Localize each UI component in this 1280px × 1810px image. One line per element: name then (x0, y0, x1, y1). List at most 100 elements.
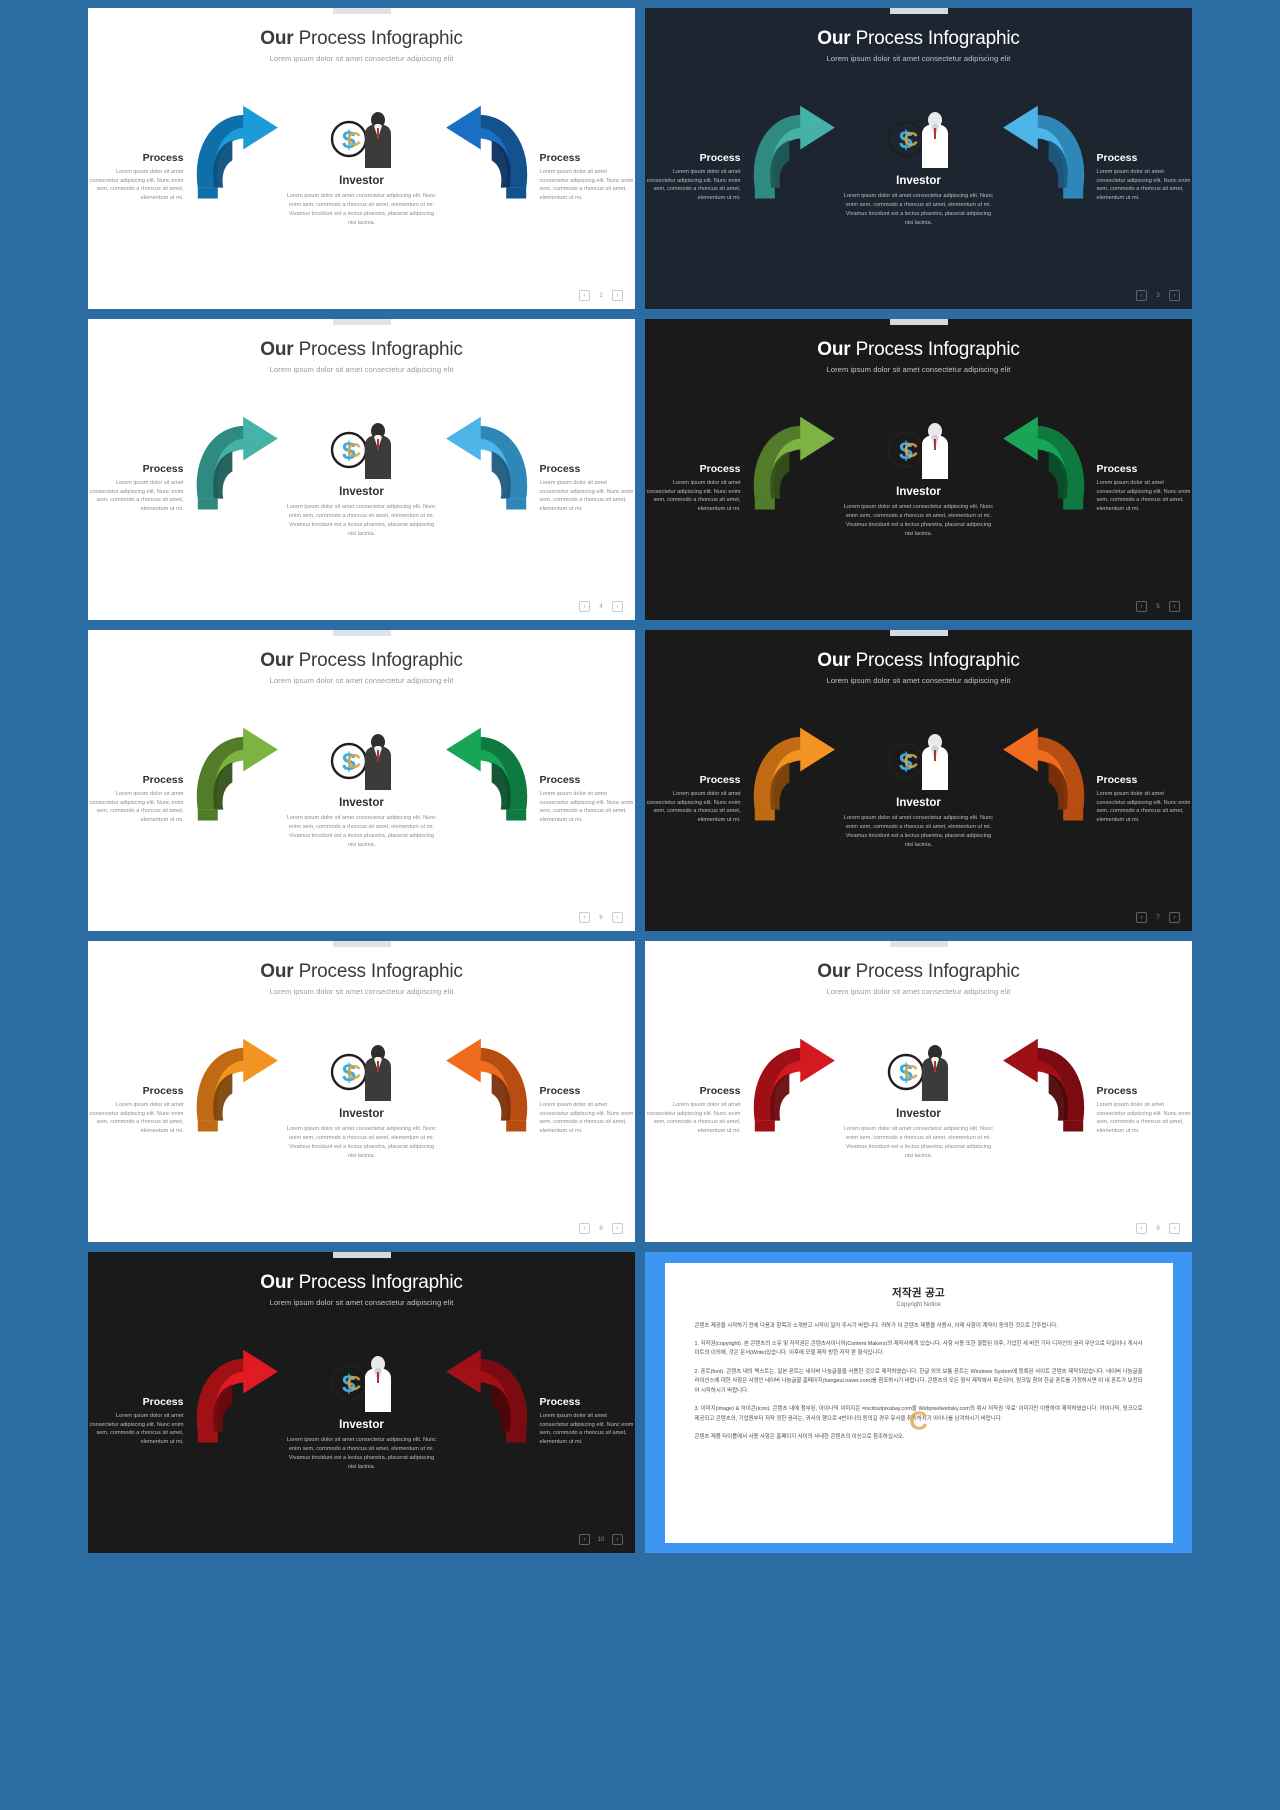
next-page-button[interactable]: › (1169, 912, 1180, 923)
process-arrow-right (445, 416, 527, 510)
copyright-slide[interactable]: 저작권 공고 Copyright Notice 콘텐츠 제공을 시작하기 전에 … (645, 1252, 1192, 1553)
process-arrow-right (1002, 105, 1084, 199)
title-rest: Process Infographic (293, 1272, 463, 1293)
left-process-heading: Process (142, 1085, 184, 1097)
slide[interactable]: Our Process Infographic Lorem ipsum dolo… (645, 8, 1192, 309)
svg-text:C: C (903, 129, 917, 151)
title-bold: Our (260, 339, 294, 360)
slide[interactable]: Our Process Infographic Lorem ipsum dolo… (88, 1252, 635, 1553)
title-bold: Our (260, 28, 294, 49)
slide[interactable]: Our Process Infographic Lorem ipsum dolo… (88, 319, 635, 620)
investor-icon: $ C (330, 423, 391, 479)
left-process-body: Lorem ipsum dolor sit amet consectetur a… (646, 480, 741, 512)
center-investor-block: $ C Investor Lorem ipsum dolor sit amet … (839, 726, 999, 850)
copyright-paragraph: 2. 폰트(font). 콘텐츠 내의 텍스트는, 일본 폰트는 네이버 나눔글… (694, 1368, 1143, 1394)
prev-page-button[interactable]: ‹ (579, 912, 590, 923)
next-page-button[interactable]: › (612, 290, 623, 301)
next-page-button[interactable]: › (612, 1223, 623, 1234)
process-arrow-right (1002, 416, 1084, 510)
title-bold: Our (260, 650, 294, 671)
investor-heading: Investor (339, 1108, 384, 1120)
slide[interactable]: Our Process Infographic Lorem ipsum dolo… (88, 941, 635, 1242)
slide[interactable]: Our Process Infographic Lorem ipsum dolo… (645, 941, 1192, 1242)
slide-notch (889, 941, 948, 947)
next-page-button[interactable]: › (1169, 290, 1180, 301)
left-process-block: Process Lorem ipsum dolor sit amet conse… (645, 104, 747, 203)
left-arrow (747, 415, 839, 515)
left-arrow (190, 1348, 282, 1448)
process-arrow-right (445, 1349, 527, 1443)
next-page-button[interactable]: › (612, 1534, 623, 1545)
investor-icon-wrap: $ C (282, 1348, 442, 1414)
left-process-body: Lorem ipsum dolor sit amet consectetur a… (89, 169, 184, 201)
next-page-button[interactable]: › (612, 601, 623, 612)
slide[interactable]: Our Process Infographic Lorem ipsum dolo… (88, 8, 635, 309)
prev-page-button[interactable]: ‹ (1136, 601, 1147, 612)
slide-content: Process Lorem ipsum dolor sit amet conse… (645, 726, 1192, 876)
pagination: ‹ 7 › (1136, 912, 1180, 923)
right-process-heading: Process (539, 463, 581, 475)
investor-heading: Investor (896, 1108, 941, 1120)
svg-text:C: C (903, 440, 917, 462)
copyright-paragraph: 콘텐츠 제품 타이틀에서 사용 사항은 홈페이지 사이의 사내한 콘텐츠의 이신… (694, 1434, 905, 1441)
right-process-heading: Process (1096, 774, 1138, 786)
next-page-button[interactable]: › (612, 912, 623, 923)
investor-icon-wrap: $ C (282, 1037, 442, 1103)
page-number: 8 (599, 1225, 603, 1232)
investor-heading: Investor (339, 1419, 384, 1431)
copyright-title: 저작권 공고 (891, 1286, 946, 1299)
title-bold: Our (817, 650, 851, 671)
title-bold: Our (817, 339, 851, 360)
prev-page-button[interactable]: ‹ (579, 290, 590, 301)
slide-subtitle: Lorem ipsum dolor sit amet consectetur a… (826, 987, 1011, 996)
slide-content: Process Lorem ipsum dolor sit amet conse… (645, 1037, 1192, 1187)
left-process-block: Process Lorem ipsum dolor sit amet conse… (88, 1037, 190, 1136)
left-process-heading: Process (699, 1085, 741, 1097)
investor-icon: $ C (887, 112, 948, 168)
process-arrow-left (753, 1038, 835, 1132)
left-process-body: Lorem ipsum dolor sit amet consectetur a… (646, 791, 741, 823)
slide-subtitle: Lorem ipsum dolor sit amet consectetur a… (269, 676, 454, 685)
process-arrow-right (445, 105, 527, 199)
investor-icon-wrap: $ C (839, 726, 999, 792)
svg-text:C: C (346, 1062, 360, 1084)
investor-body: Lorem ipsum dolor sit amet consectetur a… (286, 815, 437, 848)
left-arrow (747, 1037, 839, 1137)
prev-page-button[interactable]: ‹ (579, 1534, 590, 1545)
svg-text:C: C (903, 751, 917, 773)
slide-subtitle: Lorem ipsum dolor sit amet consectetur a… (269, 365, 454, 374)
pagination: ‹ 9 › (1136, 1223, 1180, 1234)
right-arrow (999, 415, 1091, 515)
slide-notch (889, 319, 948, 325)
process-arrow-right (1002, 727, 1084, 821)
investor-icon-wrap: $ C (839, 1037, 999, 1103)
right-process-block: Process Lorem ipsum dolor sit amet conse… (534, 1348, 636, 1447)
title-rest: Process Infographic (293, 961, 463, 982)
left-arrow (190, 1037, 282, 1137)
prev-page-button[interactable]: ‹ (1136, 290, 1147, 301)
left-arrow (190, 726, 282, 826)
process-arrow-left (753, 105, 835, 199)
investor-heading: Investor (896, 486, 941, 498)
page-number: 6 (599, 914, 603, 921)
investor-icon: $ C (887, 423, 948, 479)
slide[interactable]: Our Process Infographic Lorem ipsum dolo… (645, 319, 1192, 620)
copyright-title-en: Copyright Notice (896, 1301, 941, 1308)
slide-title: Our Process Infographic (645, 339, 1192, 361)
investor-icon: $ C (887, 1045, 948, 1101)
slide[interactable]: Our Process Infographic Lorem ipsum dolo… (645, 630, 1192, 931)
prev-page-button[interactable]: ‹ (579, 601, 590, 612)
prev-page-button[interactable]: ‹ (579, 1223, 590, 1234)
slide[interactable]: Our Process Infographic Lorem ipsum dolo… (88, 630, 635, 931)
prev-page-button[interactable]: ‹ (1136, 1223, 1147, 1234)
right-process-body: Lorem ipsum dolor sit amet consectetur a… (539, 1102, 634, 1134)
title-rest: Process Infographic (850, 650, 1020, 671)
prev-page-button[interactable]: ‹ (1136, 912, 1147, 923)
next-page-button[interactable]: › (1169, 1223, 1180, 1234)
center-investor-block: $ C Investor Lorem ipsum dolor sit amet … (282, 415, 442, 539)
left-arrow (190, 104, 282, 204)
right-arrow (442, 104, 534, 204)
slide-title: Our Process Infographic (88, 1272, 635, 1294)
next-page-button[interactable]: › (1169, 601, 1180, 612)
investor-body: Lorem ipsum dolor sit amet consectetur a… (843, 504, 994, 537)
